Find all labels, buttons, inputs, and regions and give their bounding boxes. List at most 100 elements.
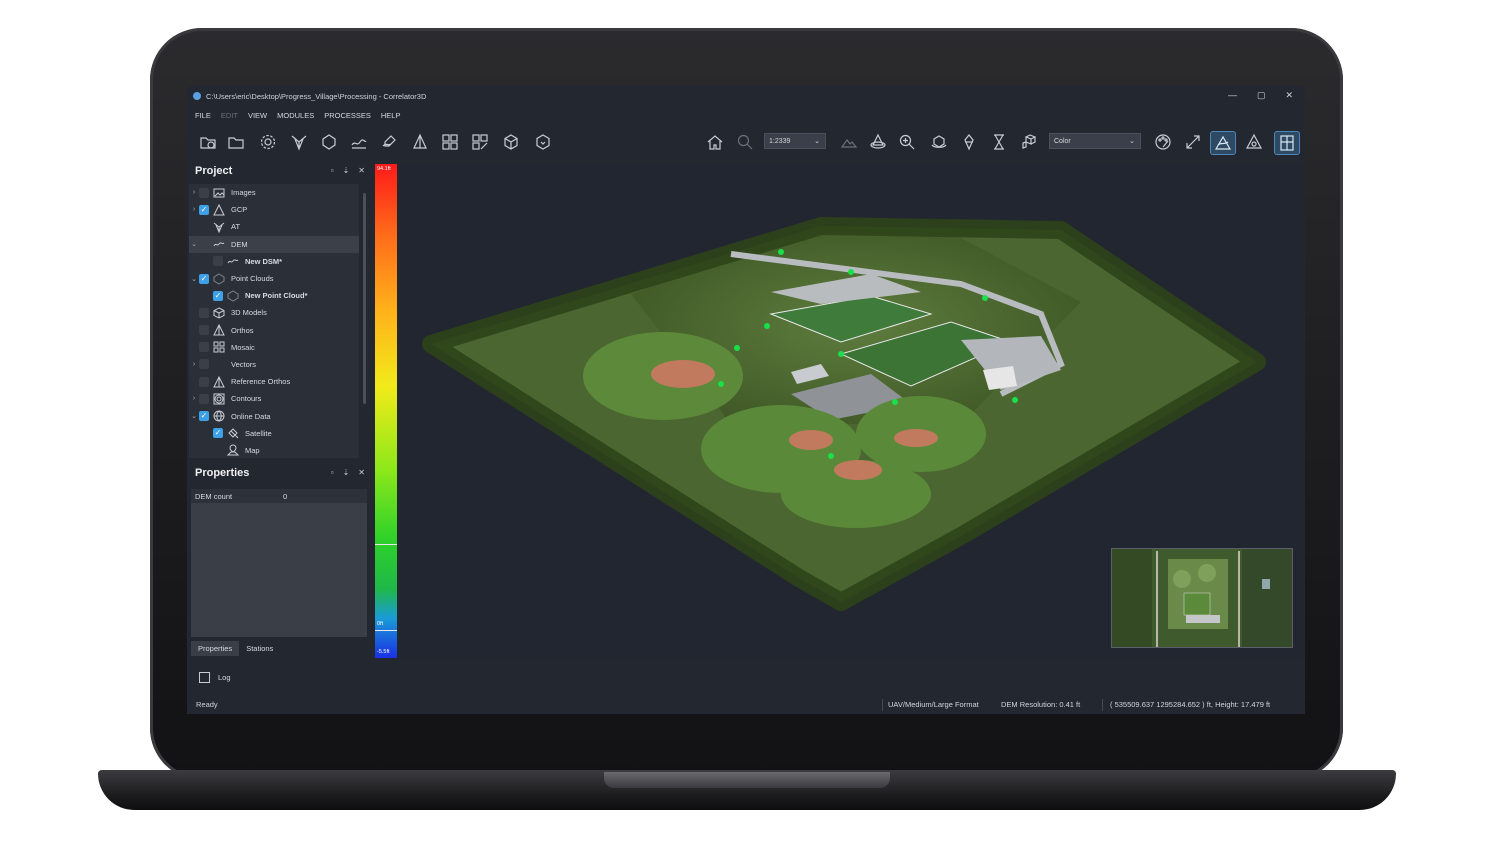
edit-dem-button[interactable] bbox=[377, 131, 401, 153]
dem-button[interactable] bbox=[347, 131, 371, 153]
menu-help[interactable]: HELP bbox=[381, 111, 401, 120]
terrain-icon bbox=[227, 255, 239, 267]
tree-item-new-dsm[interactable]: New DSM* bbox=[189, 253, 359, 270]
tab-properties[interactable]: Properties bbox=[191, 641, 240, 656]
menu-edit[interactable]: EDIT bbox=[221, 111, 238, 120]
new-project-button[interactable] bbox=[196, 131, 220, 153]
shading-button[interactable] bbox=[1242, 131, 1266, 153]
ortho-button[interactable] bbox=[408, 131, 432, 153]
3d-viewport[interactable] bbox=[401, 164, 1305, 658]
time-button[interactable] bbox=[987, 131, 1011, 153]
tree-item-orthos[interactable]: Orthos bbox=[189, 322, 359, 339]
checkbox[interactable] bbox=[199, 359, 209, 370]
tree-item-map[interactable]: Map bbox=[189, 442, 359, 459]
expand-icon[interactable]: › bbox=[189, 189, 199, 196]
zoom-button[interactable] bbox=[733, 131, 757, 153]
checkbox[interactable] bbox=[199, 307, 209, 318]
tree-item-contours[interactable]: › Contours bbox=[189, 390, 359, 407]
panels-button[interactable] bbox=[1274, 131, 1300, 155]
tree-item-at[interactable]: AT bbox=[189, 218, 359, 235]
laptop-notch bbox=[604, 772, 890, 788]
menu-file[interactable]: FILE bbox=[195, 111, 211, 120]
log-icon[interactable] bbox=[199, 672, 210, 683]
checkbox[interactable] bbox=[199, 187, 209, 198]
checkbox[interactable] bbox=[213, 256, 223, 267]
tree-item-reference-orthos[interactable]: Reference Orthos bbox=[189, 373, 359, 390]
edit-mosaic-button[interactable] bbox=[468, 131, 492, 153]
dense-matching-button[interactable] bbox=[317, 131, 341, 153]
aerial-triangulation-button[interactable] bbox=[287, 131, 311, 153]
tree-item-3d-models[interactable]: 3D Models bbox=[189, 304, 359, 321]
checkbox[interactable] bbox=[199, 342, 209, 353]
close-button[interactable]: ✕ bbox=[1285, 90, 1293, 101]
pin-icon[interactable]: ⇣ bbox=[343, 468, 350, 477]
checkbox[interactable] bbox=[199, 273, 209, 284]
menu-modules[interactable]: MODULES bbox=[277, 111, 314, 120]
collapse-icon[interactable]: ⌄ bbox=[189, 412, 199, 420]
app-icon bbox=[193, 92, 201, 100]
checkbox[interactable] bbox=[199, 411, 209, 422]
mosaic-button[interactable] bbox=[438, 131, 462, 153]
home-view-button[interactable] bbox=[703, 131, 727, 153]
checkbox[interactable] bbox=[213, 428, 223, 439]
rotate-view-button[interactable] bbox=[927, 131, 951, 153]
checkbox[interactable] bbox=[213, 445, 223, 455]
profile-view-button[interactable] bbox=[1210, 131, 1236, 155]
checkbox[interactable] bbox=[199, 393, 209, 404]
tree-item-dem[interactable]: ⌄ DEM bbox=[189, 235, 359, 253]
export-model-button[interactable] bbox=[531, 131, 555, 153]
expand-icon[interactable]: › bbox=[189, 361, 199, 368]
menu-processes[interactable]: PROCESSES bbox=[324, 111, 371, 120]
tab-stations[interactable]: Stations bbox=[239, 641, 280, 656]
fullscreen-button[interactable] bbox=[1181, 131, 1205, 153]
checkbox[interactable] bbox=[199, 204, 209, 215]
palette-button[interactable] bbox=[1151, 131, 1175, 153]
log-label[interactable]: Log bbox=[218, 673, 231, 682]
tree-item-mosaic[interactable]: Mosaic bbox=[189, 339, 359, 356]
checkbox[interactable] bbox=[199, 376, 209, 387]
checkbox[interactable] bbox=[213, 290, 223, 301]
home-icon bbox=[707, 135, 723, 150]
maximize-button[interactable]: ▢ bbox=[1257, 90, 1266, 101]
render-mode-select[interactable]: Color ⌄ bbox=[1049, 133, 1141, 149]
pin-icon[interactable]: ⇣ bbox=[343, 166, 350, 175]
tree-item-new-point-cloud[interactable]: New Point Cloud* bbox=[189, 287, 359, 304]
settings-button[interactable] bbox=[256, 131, 280, 153]
tree-item-images[interactable]: › Images bbox=[189, 184, 359, 201]
tree-scrollbar[interactable] bbox=[363, 193, 366, 404]
status-divider bbox=[882, 699, 883, 711]
3d-model-button[interactable] bbox=[499, 131, 523, 153]
tree-item-point-clouds[interactable]: ⌄ Point Clouds bbox=[189, 270, 359, 287]
collapse-icon[interactable]: ⌄ bbox=[189, 275, 199, 283]
open-project-button[interactable] bbox=[224, 131, 248, 153]
menu-view[interactable]: VIEW bbox=[248, 111, 267, 120]
perspective-button[interactable] bbox=[1017, 131, 1041, 153]
tree-item-online-data[interactable]: ⌄ Online Data bbox=[189, 407, 359, 424]
tree-item-satellite[interactable]: Satellite bbox=[189, 425, 359, 442]
tree-item-gcp[interactable]: › GCP bbox=[189, 201, 359, 218]
status-format: UAV/Medium/Large Format bbox=[888, 700, 979, 709]
float-icon[interactable]: ▫ bbox=[331, 166, 334, 175]
scale-select[interactable]: 1:2339 ⌄ bbox=[764, 133, 826, 149]
overview-minimap[interactable] bbox=[1111, 548, 1293, 648]
collapse-icon[interactable]: ⌄ bbox=[189, 240, 199, 248]
tree-item-vectors[interactable]: › Vectors bbox=[189, 356, 359, 373]
checkbox[interactable] bbox=[199, 239, 209, 250]
project-tree: › Images › GCP AT ⌄ DEM New DSM* ⌄ Point Clo… bbox=[189, 184, 359, 458]
terrain-view-button[interactable] bbox=[837, 131, 861, 153]
expand-icon[interactable]: › bbox=[189, 206, 199, 213]
title-bar: C:\Users\eric\Desktop\Progress_Village\P… bbox=[187, 86, 1305, 106]
close-icon[interactable]: ✕ bbox=[358, 166, 365, 175]
minimize-button[interactable]: — bbox=[1228, 90, 1237, 101]
zoom-region-button[interactable] bbox=[895, 131, 919, 153]
elevation-exaggeration-button[interactable] bbox=[957, 131, 981, 153]
tree-item-label: Satellite bbox=[245, 428, 272, 438]
checkbox[interactable] bbox=[199, 222, 209, 232]
checkbox[interactable] bbox=[199, 325, 209, 336]
infield bbox=[651, 360, 715, 388]
expand-icon[interactable]: › bbox=[189, 395, 199, 402]
float-icon[interactable]: ▫ bbox=[331, 468, 334, 477]
properties-tabs: Properties Stations bbox=[191, 641, 280, 656]
orbit-button[interactable] bbox=[866, 131, 890, 153]
close-icon[interactable]: ✕ bbox=[358, 468, 365, 477]
